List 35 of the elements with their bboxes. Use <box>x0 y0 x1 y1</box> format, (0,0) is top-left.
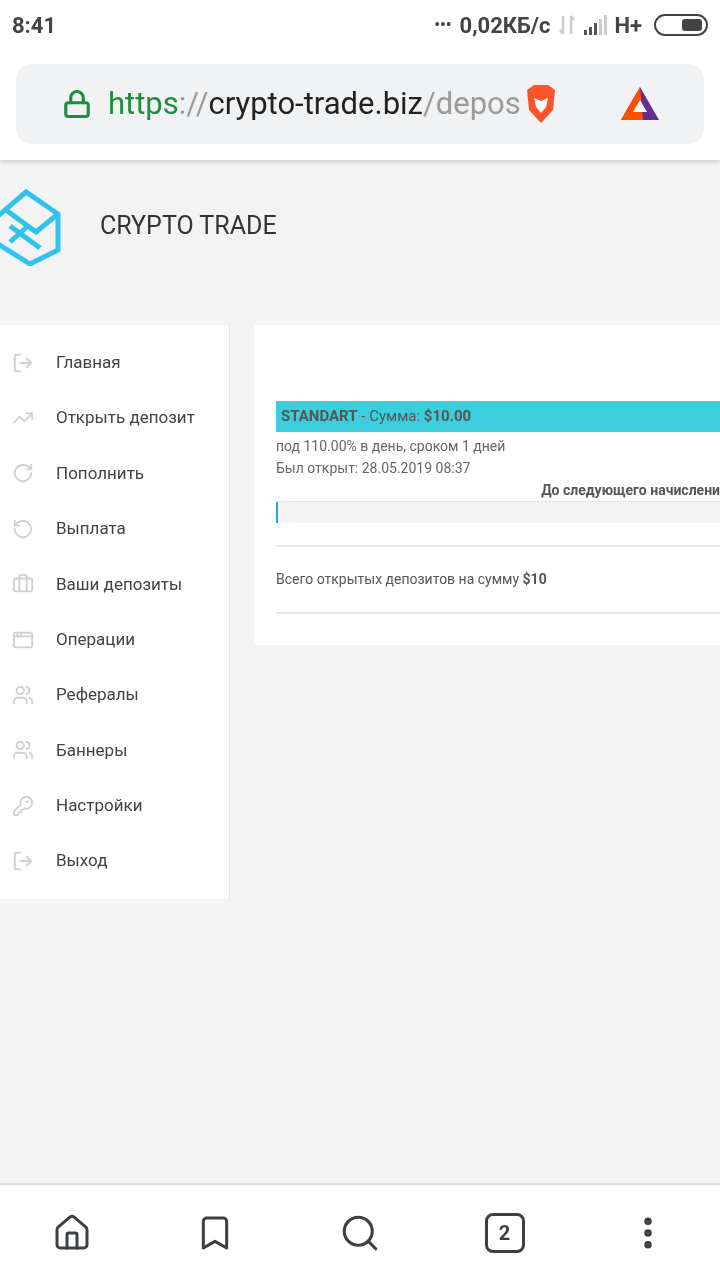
lock-icon <box>62 89 92 119</box>
next-accrual-label: До следующего начислени <box>541 481 720 500</box>
refresh-icon <box>12 462 34 485</box>
battery-icon <box>654 14 708 36</box>
sidebar-item[interactable]: Выплата <box>0 501 229 557</box>
tab-count[interactable]: 2 <box>484 1212 525 1253</box>
sidebar-item[interactable]: Открыть депозит <box>0 390 229 446</box>
users-icon <box>12 684 34 707</box>
key-icon <box>12 794 34 817</box>
address-bar[interactable]: https://crypto-trade.biz/depos <box>16 64 704 144</box>
deposits-total: Всего открытых депозитов на сумму $10 <box>276 570 548 589</box>
notification-dots: ••• <box>434 14 452 36</box>
deposit-title-bar: STANDART - Сумма: $10.00 <box>276 401 720 432</box>
exit-icon <box>12 351 34 374</box>
sidebar-item[interactable]: Баннеры <box>0 722 229 779</box>
network-speed: 0,02КБ/с <box>459 11 551 40</box>
site-title: CRYPTO TRADE <box>100 210 277 243</box>
sidebar-item[interactable]: Выход <box>0 833 229 889</box>
exit-icon <box>12 850 34 873</box>
network-type: H+ <box>614 11 642 40</box>
sidebar-item[interactable]: Операции <box>0 611 229 668</box>
data-arrows-icon <box>558 14 577 36</box>
sidebar-item[interactable]: Пополнить <box>0 445 229 502</box>
undo-icon <box>12 517 34 540</box>
sidebar-item[interactable]: Ваши депозиты <box>0 556 229 612</box>
sidebar-item[interactable]: Настройки <box>0 778 229 834</box>
url-text[interactable]: https://crypto-trade.biz/depos <box>108 80 521 128</box>
clock: 8:41 <box>12 11 57 40</box>
sidebar-item[interactable]: Главная <box>0 335 229 391</box>
cube-logo-icon <box>0 186 64 266</box>
deposit-terms: под 110.00% в день, сроком 1 дней <box>276 437 507 456</box>
deposit-opened: Был открыт: 28.05.2019 08:37 <box>276 459 472 478</box>
triangle-logo-icon[interactable] <box>620 86 660 122</box>
users-icon <box>12 739 34 762</box>
sidebar-item[interactable]: Рефералы <box>0 667 229 723</box>
